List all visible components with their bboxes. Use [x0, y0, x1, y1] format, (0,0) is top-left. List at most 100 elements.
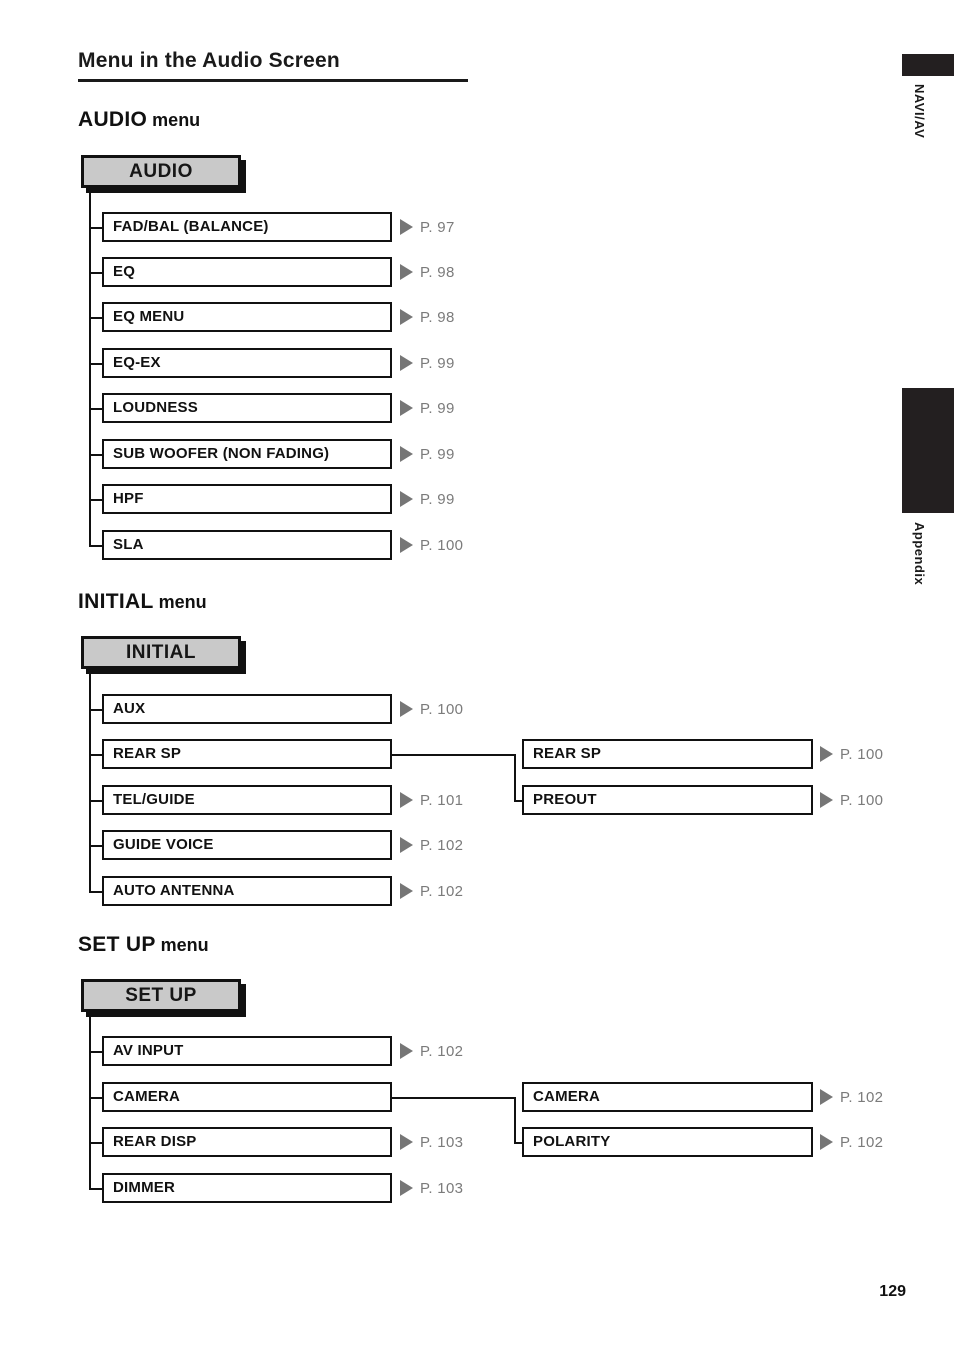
page-reference[interactable]: P. 102: [400, 876, 463, 906]
side-tab-label-appendix[interactable]: Appendix: [912, 522, 927, 585]
page-reference[interactable]: P. 101: [400, 785, 463, 815]
page-reference[interactable]: P. 103: [400, 1173, 463, 1203]
page-reference-label: P. 100: [840, 745, 884, 763]
root-box-initial[interactable]: INITIAL: [81, 636, 241, 669]
branch-stub: [89, 1188, 103, 1190]
submenu-item-box[interactable]: REAR SP: [522, 739, 813, 769]
section-heading-suffix: menu: [155, 935, 209, 955]
page-reference-label: P. 99: [420, 490, 455, 508]
trunk-line-setup: [89, 1015, 91, 1189]
submenu-item-box[interactable]: PREOUT: [522, 785, 813, 815]
menu-item-box[interactable]: REAR DISP: [102, 1127, 392, 1157]
branch-stub: [89, 1051, 103, 1053]
branch-stub: [89, 845, 103, 847]
page-reference-label: P. 97: [420, 218, 455, 236]
menu-item-box[interactable]: SLA: [102, 530, 392, 560]
branch-stub: [89, 499, 103, 501]
menu-item-box[interactable]: AV INPUT: [102, 1036, 392, 1066]
menu-item-box[interactable]: GUIDE VOICE: [102, 830, 392, 860]
arrow-right-icon: [820, 746, 833, 762]
page-reference[interactable]: P. 98: [400, 257, 455, 287]
arrow-right-icon: [400, 1134, 413, 1150]
arrow-right-icon: [400, 1180, 413, 1196]
trunk-line-initial: [89, 672, 91, 892]
side-tab-label-navi-av[interactable]: NAVI/AV: [912, 84, 927, 138]
submenu-item-box[interactable]: POLARITY: [522, 1127, 813, 1157]
page-reference-label: P. 100: [840, 791, 884, 809]
branch-stub: [89, 800, 103, 802]
menu-item-box[interactable]: AUX: [102, 694, 392, 724]
trunk-line-audio: [89, 191, 91, 546]
page-title: Menu in the Audio Screen: [78, 49, 340, 72]
page-reference[interactable]: P. 99: [400, 484, 455, 514]
branch-stub: [89, 272, 103, 274]
arrow-right-icon: [820, 792, 833, 808]
arrow-right-icon: [400, 537, 413, 553]
page-reference[interactable]: P. 102: [400, 1036, 463, 1066]
section-heading-audio: AUDIO menu: [78, 108, 200, 132]
menu-item-box[interactable]: LOUDNESS: [102, 393, 392, 423]
section-heading-suffix: menu: [153, 592, 207, 612]
page-reference-label: P. 103: [420, 1133, 464, 1151]
menu-item-box[interactable]: SUB WOOFER (NON FADING): [102, 439, 392, 469]
menu-item-box[interactable]: AUTO ANTENNA: [102, 876, 392, 906]
page-reference[interactable]: P. 100: [820, 739, 883, 769]
page-reference-label: P. 99: [420, 445, 455, 463]
menu-item-box[interactable]: REAR SP: [102, 739, 392, 769]
page-reference-label: P. 103: [420, 1179, 464, 1197]
arrow-right-icon: [400, 1043, 413, 1059]
root-box-setup[interactable]: SET UP: [81, 979, 241, 1012]
section-heading-suffix: menu: [147, 110, 201, 130]
page-reference[interactable]: P. 102: [820, 1082, 883, 1112]
side-tab-block-navi-av: [902, 54, 954, 76]
branch-stub: [89, 317, 103, 319]
section-heading-initial: INITIAL menu: [78, 590, 207, 614]
page-reference[interactable]: P. 103: [400, 1127, 463, 1157]
branch-stub: [89, 545, 103, 547]
sub-connector-horizontal: [392, 754, 516, 756]
menu-item-box[interactable]: FAD/BAL (BALANCE): [102, 212, 392, 242]
page-reference-label: P. 100: [420, 536, 464, 554]
arrow-right-icon: [400, 400, 413, 416]
page-reference[interactable]: P. 97: [400, 212, 455, 242]
page-reference-label: P. 101: [420, 791, 464, 809]
page-reference[interactable]: P. 99: [400, 439, 455, 469]
branch-stub: [89, 1097, 103, 1099]
branch-stub: [89, 709, 103, 711]
arrow-right-icon: [400, 355, 413, 371]
menu-item-box[interactable]: EQ-EX: [102, 348, 392, 378]
page-reference[interactable]: P. 100: [820, 785, 883, 815]
page-reference-label: P. 102: [420, 882, 464, 900]
root-box-audio[interactable]: AUDIO: [81, 155, 241, 188]
page-reference[interactable]: P. 100: [400, 530, 463, 560]
sub-connector-vertical: [514, 1097, 516, 1143]
page-reference-label: P. 98: [420, 308, 455, 326]
page-reference-label: P. 102: [420, 836, 464, 854]
menu-item-box[interactable]: HPF: [102, 484, 392, 514]
branch-stub: [89, 408, 103, 410]
menu-item-box[interactable]: DIMMER: [102, 1173, 392, 1203]
branch-stub: [89, 891, 103, 893]
arrow-right-icon: [400, 792, 413, 808]
page-reference[interactable]: P. 100: [400, 694, 463, 724]
page-reference[interactable]: P. 99: [400, 393, 455, 423]
submenu-item-box[interactable]: CAMERA: [522, 1082, 813, 1112]
title-underline: [78, 79, 468, 82]
page-reference[interactable]: P. 99: [400, 348, 455, 378]
page-reference-label: P. 102: [840, 1088, 884, 1106]
page-reference[interactable]: P. 102: [820, 1127, 883, 1157]
menu-item-box[interactable]: EQ: [102, 257, 392, 287]
sub-connector-horizontal: [392, 1097, 516, 1099]
section-heading-keyword: SET UP: [78, 933, 156, 956]
page-number: 129: [879, 1283, 906, 1300]
page-reference[interactable]: P. 102: [400, 830, 463, 860]
sub-connector-vertical: [514, 754, 516, 800]
arrow-right-icon: [820, 1089, 833, 1105]
side-tab-block-appendix: [902, 388, 954, 513]
arrow-right-icon: [400, 883, 413, 899]
menu-item-box[interactable]: EQ MENU: [102, 302, 392, 332]
page-reference[interactable]: P. 98: [400, 302, 455, 332]
menu-item-box[interactable]: CAMERA: [102, 1082, 392, 1112]
menu-item-box[interactable]: TEL/GUIDE: [102, 785, 392, 815]
branch-stub: [89, 227, 103, 229]
